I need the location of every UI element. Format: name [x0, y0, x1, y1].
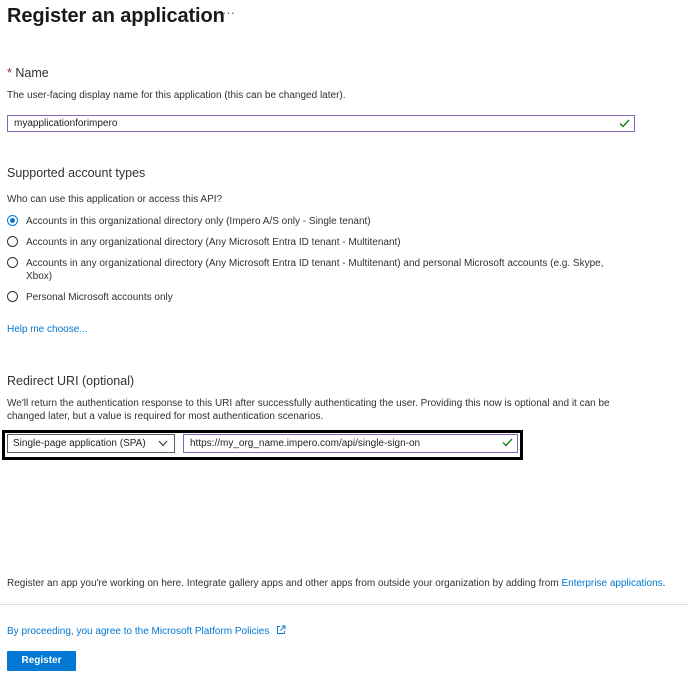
checkmark-icon — [502, 438, 513, 447]
chevron-down-icon — [158, 440, 168, 447]
radio-button[interactable] — [7, 257, 18, 268]
name-description: The user-facing display name for this ap… — [7, 90, 346, 101]
footer-divider — [0, 604, 688, 605]
more-actions-button[interactable]: ··· — [222, 5, 235, 20]
platform-policies-label: By proceeding, you agree to the Microsof… — [7, 626, 270, 637]
redirect-uri-value: https://my_org_name.impero.com/api/singl… — [190, 438, 421, 449]
register-note-period: . — [662, 578, 666, 589]
radio-option-multitenant-personal[interactable]: Accounts in any organizational directory… — [7, 257, 626, 283]
name-heading-label: Name — [15, 66, 49, 80]
radio-label: Accounts in any organizational directory… — [26, 237, 401, 248]
radio-label: Accounts in this organizational director… — [26, 216, 371, 227]
register-note-text: Register an app you're working on here. … — [7, 578, 559, 589]
name-input[interactable]: myapplicationforimpero — [7, 115, 635, 132]
name-input-value: myapplicationforimpero — [14, 118, 118, 129]
radio-option-personal-only[interactable]: Personal Microsoft accounts only — [7, 291, 626, 304]
external-link-icon — [277, 625, 286, 634]
checkmark-icon — [619, 119, 630, 128]
name-heading: * Name — [7, 66, 49, 80]
help-me-choose-link[interactable]: Help me choose... — [7, 324, 88, 335]
radio-option-multitenant[interactable]: Accounts in any organizational directory… — [7, 236, 626, 249]
redirect-description: We'll return the authentication response… — [7, 398, 610, 422]
redirect-heading: Redirect URI (optional) — [7, 374, 135, 388]
platform-select-value: Single-page application (SPA) — [13, 438, 146, 449]
platform-policies-link[interactable]: By proceeding, you agree to the Microsof… — [7, 625, 286, 637]
radio-button[interactable] — [7, 236, 18, 247]
enterprise-applications-link[interactable]: Enterprise applications — [561, 578, 662, 589]
account-types-heading: Supported account types — [7, 166, 146, 180]
account-types-question: Who can use this application or access t… — [7, 194, 223, 205]
required-marker: * — [7, 66, 12, 80]
radio-label: Personal Microsoft accounts only — [26, 292, 173, 303]
radio-label: Accounts in any organizational directory… — [26, 258, 604, 282]
register-note: Register an app you're working on here. … — [7, 578, 665, 589]
redirect-uri-input[interactable]: https://my_org_name.impero.com/api/singl… — [183, 434, 518, 453]
page-title: Register an application — [7, 5, 225, 27]
radio-button-selected[interactable] — [7, 215, 18, 226]
platform-select[interactable]: Single-page application (SPA) — [7, 434, 175, 453]
radio-option-single-tenant[interactable]: Accounts in this organizational director… — [7, 215, 626, 228]
radio-button[interactable] — [7, 291, 18, 302]
register-button[interactable]: Register — [7, 651, 76, 671]
